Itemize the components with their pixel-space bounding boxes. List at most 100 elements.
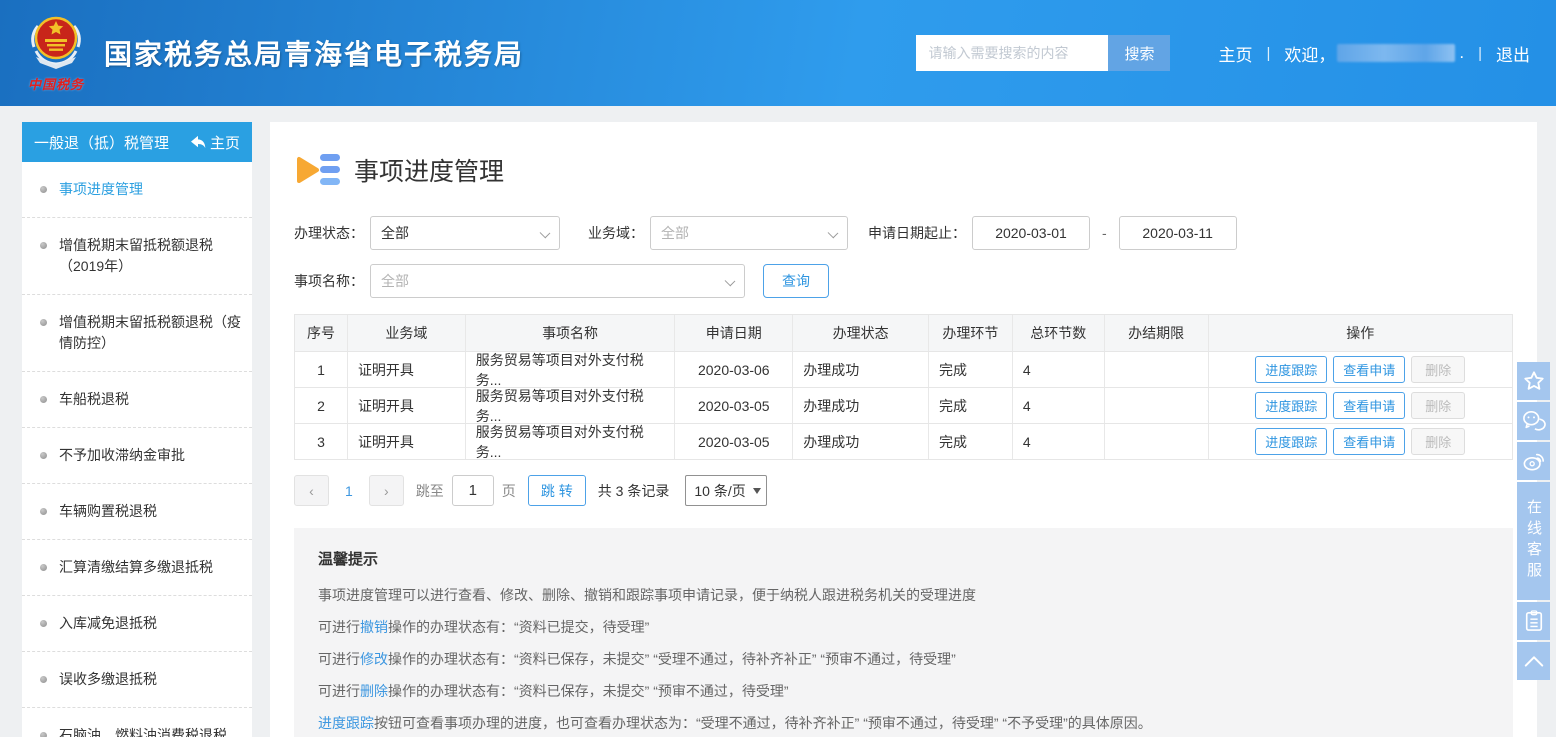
track-progress-button[interactable]: 进度跟踪 bbox=[1255, 392, 1327, 419]
column-header: 事项名称 bbox=[465, 315, 675, 351]
site-title: 国家税务总局青海省电子税务局 bbox=[104, 33, 524, 73]
sidebar-item-5[interactable]: 车辆购置税退税 bbox=[22, 484, 252, 540]
view-application-button[interactable]: 查看申请 bbox=[1333, 428, 1405, 455]
status-select[interactable]: 全部 bbox=[370, 216, 560, 250]
delete-button: 删除 bbox=[1411, 356, 1465, 383]
search-button[interactable]: 搜索 bbox=[1108, 35, 1170, 71]
total-records-text: 共 3 条记录 bbox=[598, 481, 670, 501]
tips-panel: 温馨提示 事项进度管理可以进行查看、修改、删除、撤销和跟踪事项申请记录，便于纳税… bbox=[294, 528, 1513, 737]
sidebar-item-9[interactable]: 石脑油、燃料油消费税退税 bbox=[22, 708, 252, 737]
cell-date: 2020-03-05 bbox=[674, 388, 792, 423]
sidebar-item-2[interactable]: 增值税期末留抵税额退税（疫情防控） bbox=[22, 295, 252, 372]
cell-actions: 进度跟踪查看申请删除 bbox=[1208, 352, 1512, 387]
tips-text: 可进行 bbox=[318, 651, 360, 667]
item-name-select-value: 全部 bbox=[381, 271, 409, 291]
floating-toolbar: 在线客服 bbox=[1517, 362, 1550, 680]
current-page-number[interactable]: 1 bbox=[345, 483, 353, 499]
item-name-select[interactable]: 全部 bbox=[370, 264, 745, 298]
date-from-input[interactable] bbox=[972, 216, 1090, 250]
page-size-value: 10 条/页 bbox=[694, 481, 745, 501]
tips-link[interactable]: 删除 bbox=[360, 683, 388, 699]
welcome-username-redacted bbox=[1337, 44, 1455, 62]
tips-line-3: 可进行修改操作的办理状态有：“资料已保存，未提交” “受理不通过，待补齐补正” … bbox=[318, 643, 1489, 675]
tips-line-5: 进度跟踪按钮可查看事项办理的进度，也可查看办理状态为：“受理不通过，待补齐补正”… bbox=[318, 707, 1489, 737]
chevron-down-icon bbox=[540, 228, 551, 239]
sidebar-item-6[interactable]: 汇算清缴结算多缴退抵税 bbox=[22, 540, 252, 596]
sidebar-item-8[interactable]: 误收多缴退抵税 bbox=[22, 652, 252, 708]
column-header: 申请日期 bbox=[674, 315, 792, 351]
chevron-up-icon bbox=[1523, 653, 1545, 669]
bullet-icon bbox=[40, 319, 47, 326]
national-emblem-icon bbox=[26, 13, 86, 73]
sidebar-home-link[interactable]: 主页 bbox=[190, 132, 240, 153]
sidebar-item-4[interactable]: 不予加收滞纳金审批 bbox=[22, 428, 252, 484]
track-progress-button[interactable]: 进度跟踪 bbox=[1255, 356, 1327, 383]
table-body: 1证明开具服务贸易等项目对外支付税务...2020-03-06办理成功完成4进度… bbox=[295, 352, 1512, 460]
sidebar-item-0[interactable]: 事项进度管理 bbox=[22, 162, 252, 218]
sidebar-header: 一般退（抵）税管理 主页 bbox=[22, 122, 252, 162]
cell-step: 完成 bbox=[928, 424, 1012, 459]
jump-button[interactable]: 跳 转 bbox=[528, 475, 586, 506]
cell-step: 完成 bbox=[928, 388, 1012, 423]
bullet-icon bbox=[40, 732, 47, 737]
online-service-button[interactable]: 在线客服 bbox=[1517, 482, 1550, 600]
page-size-select[interactable]: 10 条/页 bbox=[685, 475, 766, 506]
cell-actions: 进度跟踪查看申请删除 bbox=[1208, 424, 1512, 459]
filter-row-1: 办理状态： 全部 业务域： 全部 申请日期起止： - bbox=[294, 216, 1513, 250]
progress-list-icon bbox=[296, 150, 340, 190]
tips-text: 操作的办理状态有：“资料已保存，未提交” “预审不通过，待受理” bbox=[388, 683, 789, 699]
track-progress-button[interactable]: 进度跟踪 bbox=[1255, 428, 1327, 455]
progress-table: 序号业务域事项名称申请日期办理状态办理环节总环节数办结期限操作 1证明开具服务贸… bbox=[294, 314, 1513, 460]
app-header: 中国税务 国家税务总局青海省电子税务局 搜索 主页 | 欢迎， . | 退出 bbox=[0, 0, 1556, 106]
jump-page-input[interactable] bbox=[452, 475, 494, 506]
prev-page-button[interactable]: ‹ bbox=[294, 475, 329, 506]
welcome-prefix: 欢迎， bbox=[1284, 41, 1335, 66]
weibo-icon bbox=[1522, 450, 1546, 472]
cell-seq: 1 bbox=[295, 352, 347, 387]
cell-status: 办理成功 bbox=[792, 388, 928, 423]
domain-select[interactable]: 全部 bbox=[650, 216, 848, 250]
cell-deadline bbox=[1104, 388, 1208, 423]
favorite-button[interactable] bbox=[1517, 362, 1550, 400]
bullet-icon bbox=[40, 186, 47, 193]
view-application-button[interactable]: 查看申请 bbox=[1333, 392, 1405, 419]
nav-separator: | bbox=[1478, 45, 1482, 62]
search-input[interactable] bbox=[916, 35, 1108, 71]
tips-link[interactable]: 撤销 bbox=[360, 619, 388, 635]
bullet-icon bbox=[40, 242, 47, 249]
wechat-share-button[interactable] bbox=[1517, 402, 1550, 440]
back-to-top-button[interactable] bbox=[1517, 642, 1550, 680]
cell-domain: 证明开具 bbox=[347, 352, 465, 387]
date-separator: - bbox=[1102, 225, 1107, 241]
sidebar-item-label: 汇算清缴结算多缴退抵税 bbox=[59, 557, 213, 578]
nav-home-link[interactable]: 主页 bbox=[1218, 41, 1252, 66]
status-filter-label: 办理状态： bbox=[294, 223, 364, 243]
date-to-input[interactable] bbox=[1119, 216, 1237, 250]
column-header: 序号 bbox=[295, 315, 347, 351]
tips-lines: 事项进度管理可以进行查看、修改、删除、撤销和跟踪事项申请记录，便于纳税人跟进税务… bbox=[318, 579, 1489, 737]
bullet-icon bbox=[40, 396, 47, 403]
nav-logout-link[interactable]: 退出 bbox=[1496, 41, 1530, 66]
top-nav: 主页 | 欢迎， . | 退出 bbox=[1218, 41, 1530, 66]
sidebar-item-1[interactable]: 增值税期末留抵税额退税（2019年） bbox=[22, 218, 252, 295]
sidebar-item-3[interactable]: 车船税退税 bbox=[22, 372, 252, 428]
query-button[interactable]: 查询 bbox=[763, 264, 829, 298]
sidebar-item-label: 入库减免退抵税 bbox=[59, 613, 157, 634]
tips-link[interactable]: 修改 bbox=[360, 651, 388, 667]
weibo-share-button[interactable] bbox=[1517, 442, 1550, 480]
dropdown-arrow-icon bbox=[753, 488, 761, 494]
cell-domain: 证明开具 bbox=[347, 388, 465, 423]
bullet-icon bbox=[40, 676, 47, 683]
tips-link[interactable]: 进度跟踪 bbox=[318, 715, 374, 731]
next-page-button[interactable]: › bbox=[369, 475, 404, 506]
survey-button[interactable] bbox=[1517, 602, 1550, 640]
filter-row-2: 事项名称： 全部 查询 bbox=[294, 264, 1513, 298]
column-header: 办理环节 bbox=[928, 315, 1012, 351]
sidebar-item-label: 车船税退税 bbox=[59, 389, 129, 410]
sidebar-item-7[interactable]: 入库减免退抵税 bbox=[22, 596, 252, 652]
chevron-down-icon bbox=[725, 276, 736, 287]
view-application-button[interactable]: 查看申请 bbox=[1333, 356, 1405, 383]
column-header: 业务域 bbox=[347, 315, 465, 351]
cell-status: 办理成功 bbox=[792, 352, 928, 387]
sidebar-item-label: 车辆购置税退税 bbox=[59, 501, 157, 522]
